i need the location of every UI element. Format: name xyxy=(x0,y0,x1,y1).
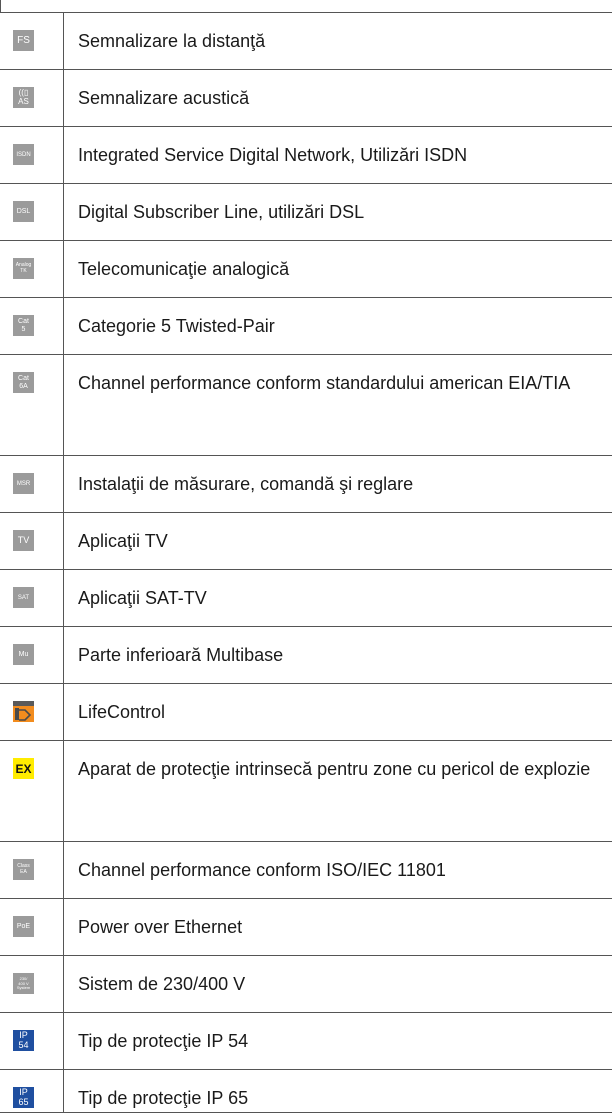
legend-description: Power over Ethernet xyxy=(78,917,243,937)
legend-description: Channel performance conform standardului… xyxy=(78,373,571,393)
icon-cell: Cat 5 xyxy=(0,298,64,354)
legend-row: Cat 5 Categorie 5 Twisted-Pair xyxy=(0,298,612,355)
analog-tk-icon: Analog TK xyxy=(13,258,34,279)
legend-description: Aparat de protecţie intrinsecă pentru zo… xyxy=(78,759,591,779)
cat6a-icon: Cat 6A xyxy=(13,372,34,393)
icon-label-line1: Cat xyxy=(18,318,29,325)
icon-label-line1: IP xyxy=(19,1087,28,1097)
legend-row: Analog TK Telecomunicaţie analogică xyxy=(0,241,612,298)
legend-row: EX Aparat de protecţie intrinsecă pentru … xyxy=(0,741,612,842)
legend-row: Cat 6A Channel performance conform standar… xyxy=(0,355,612,456)
legend-row: 230/400 V System Sistem de 230/400 V xyxy=(0,956,612,1013)
isdn-icon: ISDN xyxy=(13,144,34,165)
legend-row: ISDN Integrated Service Digital Network, … xyxy=(0,127,612,184)
legend-row: TV Aplicaţii TV xyxy=(0,513,612,570)
icon-cell: 230/400 V System xyxy=(0,956,64,1012)
acoustic-signal-icon: ((▯ AS xyxy=(13,87,34,108)
icon-cell: IP 65 xyxy=(0,1070,64,1112)
tv-icon: TV xyxy=(13,530,34,551)
icon-label-line2: EA xyxy=(20,869,27,875)
icon-cell: Cat 6A xyxy=(0,355,64,455)
icon-label-line2: AS xyxy=(18,97,29,106)
lifecontrol-icon xyxy=(13,701,34,722)
ex-icon: EX xyxy=(13,758,34,779)
table-edge xyxy=(0,0,1,12)
icon-label-line1: ((▯ xyxy=(18,88,29,97)
class-ea-icon: Class EA xyxy=(13,859,34,880)
icon-label-line2: 400 V System xyxy=(16,981,31,990)
icon-cell xyxy=(0,684,64,740)
msr-icon: MSR xyxy=(13,473,34,494)
icon-cell: TV xyxy=(0,513,64,569)
icon-cell: MSR xyxy=(0,456,64,512)
legend-description: Integrated Service Digital Network, Util… xyxy=(78,145,468,165)
legend-row: IP 54 Tip de protecţie IP 54 xyxy=(0,1013,612,1070)
icon-cell: Class EA xyxy=(0,842,64,898)
icon-cell: Mu xyxy=(0,627,64,683)
icon-label-line1: Mu xyxy=(18,651,29,658)
dsl-icon: DSL xyxy=(13,201,34,222)
legend-description: Semnalizare acustică xyxy=(78,88,250,108)
legend-row: Mu Parte inferioară Multibase xyxy=(0,627,612,684)
icon-cell: FS xyxy=(0,13,64,69)
legend-row: MSR Instalaţii de măsurare, comandă şi re… xyxy=(0,456,612,513)
icon-label-line1: ISDN xyxy=(16,151,31,158)
legend-description: Digital Subscriber Line, utilizări DSL xyxy=(78,202,365,222)
icon-cell: EX xyxy=(0,741,64,841)
legend-row: LifeControl xyxy=(0,684,612,741)
system-230-400v-icon: 230/400 V System xyxy=(13,973,34,994)
sat-icon: SAT xyxy=(13,587,34,608)
multibase-icon: Mu xyxy=(13,644,34,665)
icon-cell: IP 54 xyxy=(0,1013,64,1069)
legend-description: Instalaţii de măsurare, comandă şi regla… xyxy=(78,474,414,494)
legend-description: Telecomunicaţie analogică xyxy=(78,259,290,279)
icon-label-line1: PoE xyxy=(16,923,31,930)
legend-description: Channel performance conform ISO/IEC 1180… xyxy=(78,860,446,880)
icon-label-line2: 6A xyxy=(19,383,28,390)
legend-description: Aplicaţii SAT-TV xyxy=(78,588,207,608)
icon-cell: Analog TK xyxy=(0,241,64,297)
icon-cell: PoE xyxy=(0,899,64,955)
cat5-icon: Cat 5 xyxy=(13,315,34,336)
icon-cell: ((▯ AS xyxy=(0,70,64,126)
fs-icon: FS xyxy=(13,30,34,51)
legend-row: IP 65 Tip de protecţie IP 65 xyxy=(0,1070,612,1113)
legend-description: Semnalizare la distanţă xyxy=(78,31,266,51)
legend-description: Aplicaţii TV xyxy=(78,531,168,551)
icon-label-line1: MSR xyxy=(16,480,31,487)
icon-label-line1: EX xyxy=(15,761,32,776)
icon-label-line1: DSL xyxy=(16,208,31,215)
legend-description: Tip de protecţie IP 65 xyxy=(78,1088,249,1108)
icon-label-line1: IP xyxy=(19,1030,28,1040)
legend-description: Categorie 5 Twisted-Pair xyxy=(78,316,275,336)
legend-description: Sistem de 230/400 V xyxy=(78,974,246,994)
icon-label-line1: SAT xyxy=(17,594,30,601)
legend-row: PoE Power over Ethernet xyxy=(0,899,612,956)
icon-cell: DSL xyxy=(0,184,64,240)
icon-cell: SAT xyxy=(0,570,64,626)
legend-description: Parte inferioară Multibase xyxy=(78,645,284,665)
legend-description: Tip de protecţie IP 54 xyxy=(78,1031,249,1051)
icon-label-line1: FS xyxy=(17,34,30,46)
icon-label-line1: TV xyxy=(17,535,30,545)
legend-row: ((▯ AS Semnalizare acustică xyxy=(0,70,612,127)
icon-cell: ISDN xyxy=(0,127,64,183)
ip65-icon: IP 65 xyxy=(13,1087,34,1108)
legend-row: FS Semnalizare la distanţă xyxy=(0,12,612,70)
symbol-legend-table: FS Semnalizare la distanţă ((▯ AS Semnalizar… xyxy=(0,12,612,1113)
legend-row: DSL Digital Subscriber Line, utilizări DS… xyxy=(0,184,612,241)
ip54-icon: IP 54 xyxy=(13,1030,34,1051)
poe-icon: PoE xyxy=(13,916,34,937)
icon-label-line2: 5 xyxy=(21,326,26,333)
icon-label-line1: Cat xyxy=(18,375,29,382)
legend-row: Class EA Channel performance conform ISO/I… xyxy=(0,842,612,899)
icon-label-line2: TK xyxy=(20,268,27,274)
icon-label-line2: 54 xyxy=(18,1040,29,1050)
legend-row: SAT Aplicaţii SAT-TV xyxy=(0,570,612,627)
legend-description: LifeControl xyxy=(78,702,166,722)
